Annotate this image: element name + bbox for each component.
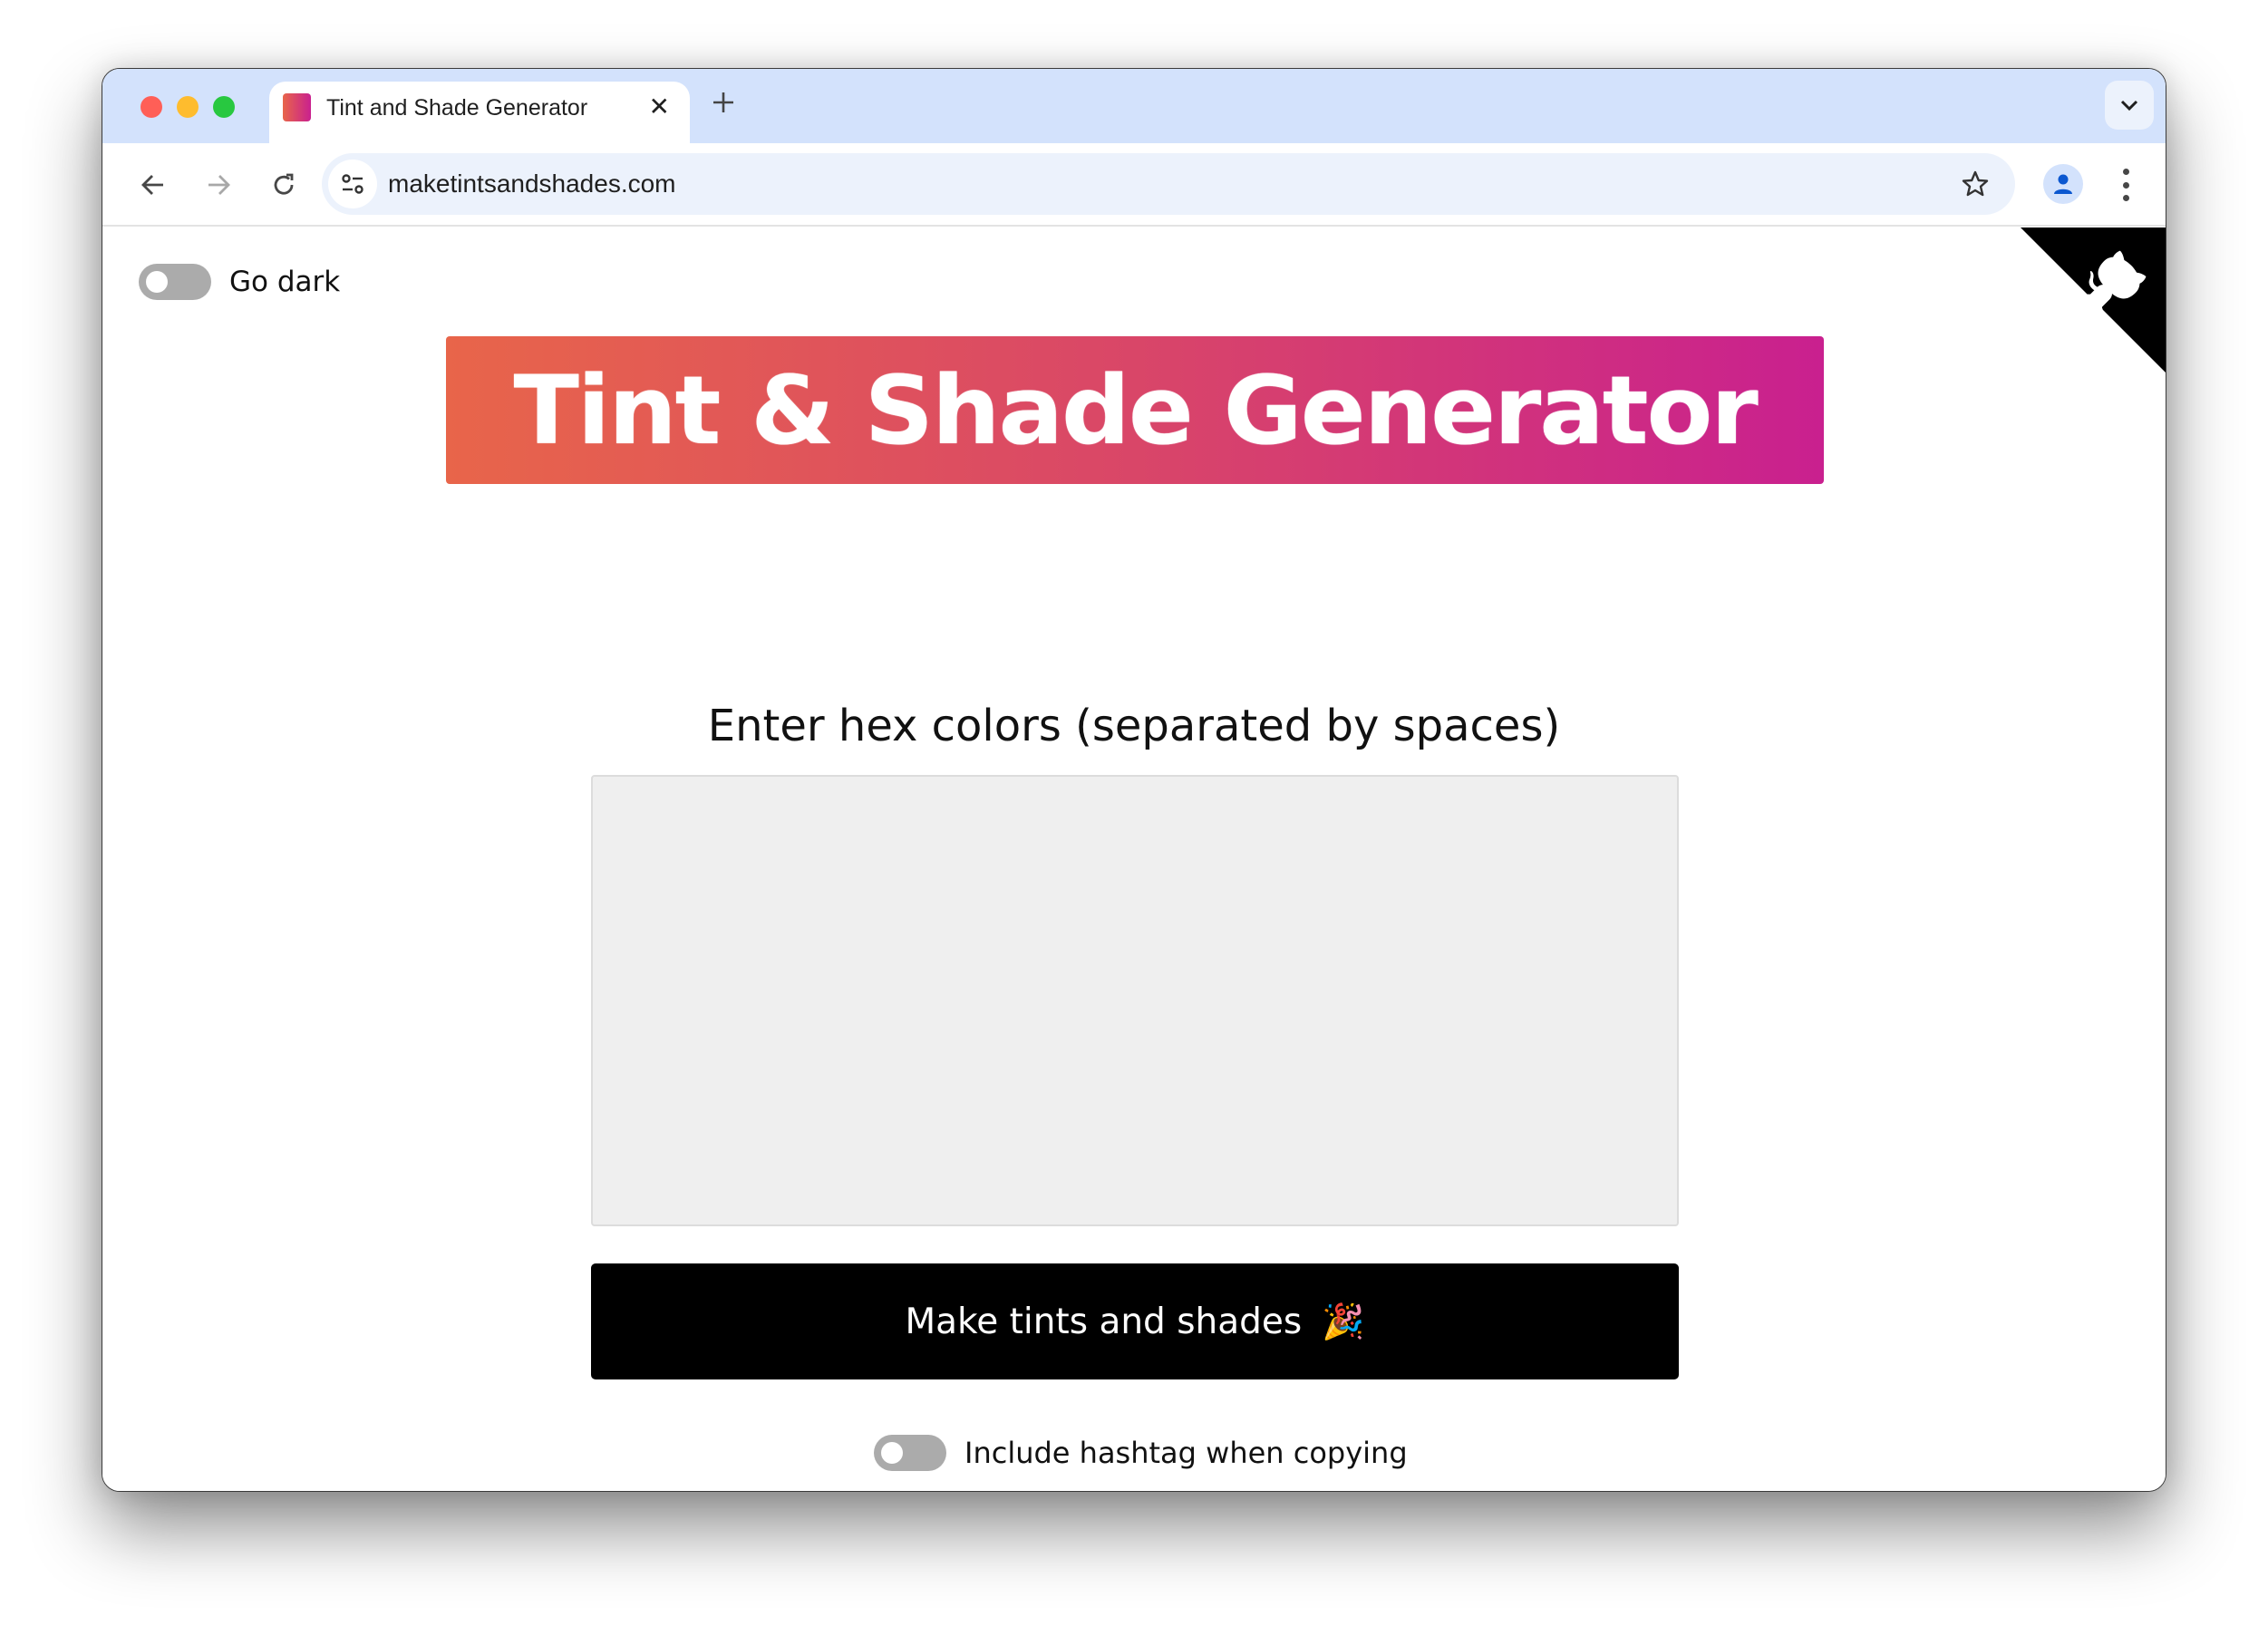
favicon-icon (283, 93, 311, 121)
tune-icon (342, 174, 363, 194)
star-icon (1962, 170, 1989, 197)
close-window-button[interactable] (141, 96, 162, 118)
browser-window: Tint and Shade Generator ✕ maketintsands… (102, 68, 2166, 1492)
tab-tint-and-shade-generator[interactable]: Tint and Shade Generator ✕ (269, 82, 690, 145)
site-info-button[interactable] (328, 160, 377, 208)
page-content: Go dark Tint & Shade Generator Enter hex… (102, 227, 2166, 1491)
person-icon (2054, 174, 2072, 194)
toggle-knob (146, 271, 168, 293)
party-popper-icon: 🎉 (1322, 1301, 1365, 1341)
address-bar[interactable]: maketintsandshades.com (322, 153, 2015, 215)
forward-button[interactable] (200, 167, 237, 203)
close-icon[interactable]: ✕ (649, 91, 670, 123)
go-dark-label: Go dark (229, 266, 341, 298)
title-banner: Tint & Shade Generator (446, 336, 1824, 484)
arrow-right-icon (208, 175, 230, 195)
plus-icon (713, 92, 733, 112)
github-corner-link[interactable] (2021, 227, 2166, 373)
minimize-window-button[interactable] (177, 96, 199, 118)
url-text[interactable]: maketintsandshades.com (388, 169, 676, 199)
new-tab-button[interactable] (712, 86, 735, 121)
profile-button[interactable] (2043, 164, 2083, 204)
kebab-menu-icon[interactable] (2115, 165, 2137, 205)
page-title: Tint & Shade Generator (513, 354, 1758, 466)
hex-input-label: Enter hex colors (separated by spaces) (707, 701, 1561, 751)
chevron-down-icon (2120, 100, 2138, 111)
back-button[interactable] (135, 167, 171, 203)
bookmark-button[interactable] (1957, 166, 1993, 202)
tab-search-button[interactable] (2105, 81, 2154, 130)
include-hashtag-label: Include hashtag when copying (964, 1436, 1408, 1470)
make-button-label: Make tints and shades (905, 1301, 1303, 1342)
tab-title: Tint and Shade Generator (326, 95, 588, 121)
browser-toolbar: maketintsandshades.com (102, 143, 2166, 227)
tab-strip: Tint and Shade Generator ✕ (102, 69, 2166, 145)
go-dark-toggle[interactable] (139, 264, 211, 300)
octocat-icon (2021, 227, 2166, 373)
hex-colors-input[interactable] (591, 775, 1679, 1226)
toggle-knob (881, 1442, 903, 1464)
arrow-left-icon (141, 175, 163, 195)
zoom-window-button[interactable] (213, 96, 235, 118)
make-tints-and-shades-button[interactable]: Make tints and shades 🎉 (591, 1263, 1679, 1379)
reload-button[interactable] (266, 167, 302, 203)
reload-icon (274, 173, 294, 195)
include-hashtag-toggle[interactable] (874, 1435, 946, 1471)
